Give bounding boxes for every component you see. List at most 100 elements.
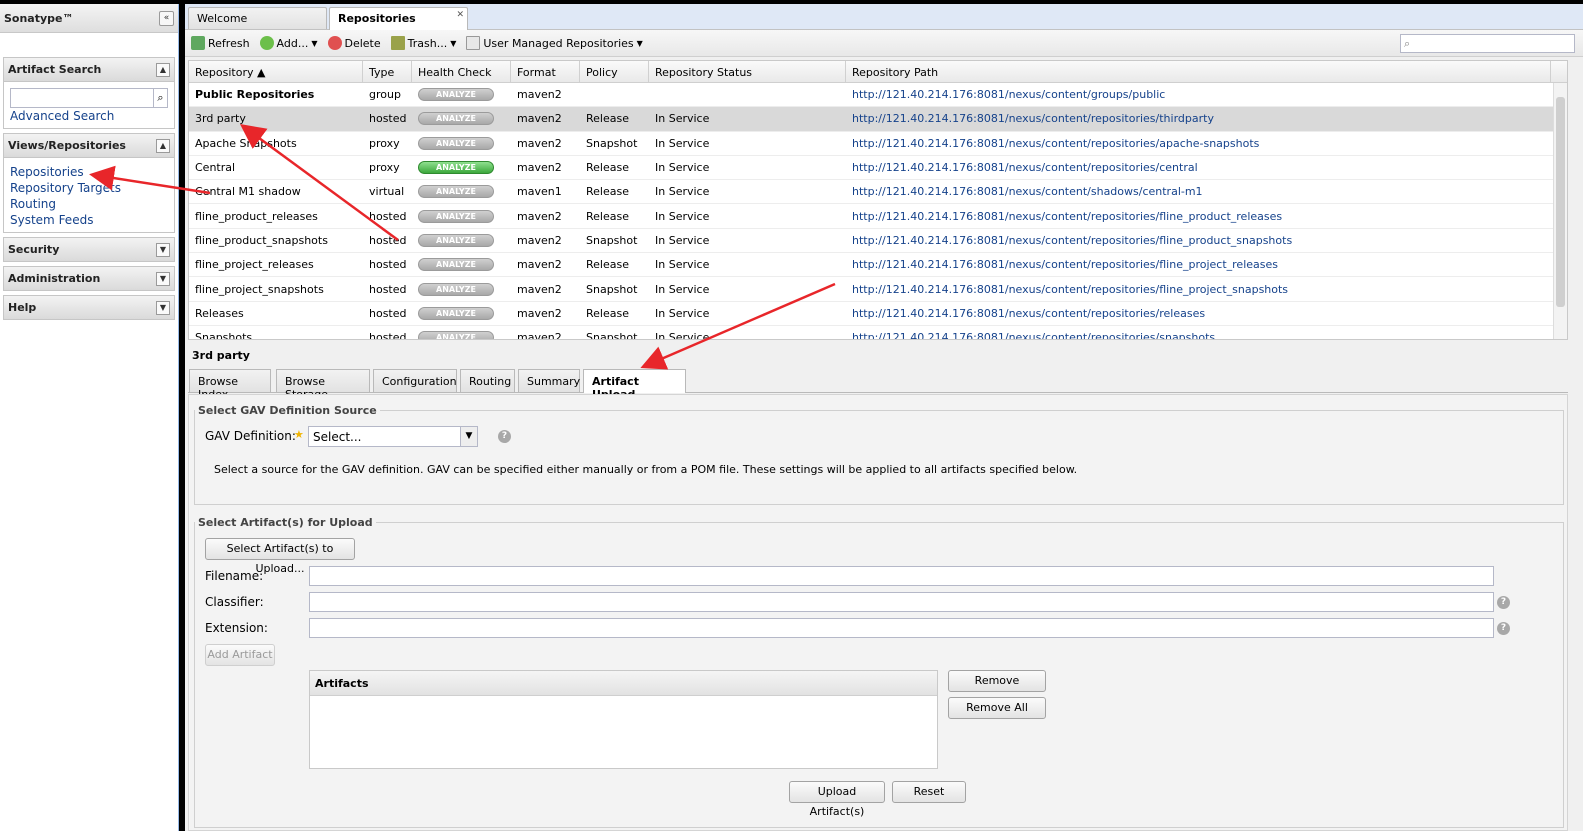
tab-browse-storage[interactable]: Browse Storage [276, 369, 370, 401]
add-artifact-button[interactable]: Add Artifact [205, 644, 275, 666]
col-policy[interactable]: Policy [580, 61, 649, 82]
status-cell: In Service [655, 161, 710, 175]
analyze-button[interactable]: ANALYZE [418, 136, 494, 150]
tab-routing[interactable]: Routing [460, 369, 515, 392]
table-row[interactable]: Central proxy ANALYZE maven2 Release In Servi… [189, 156, 1567, 181]
reset-button[interactable]: Reset [892, 781, 966, 803]
help-icon[interactable]: ? [1497, 622, 1510, 635]
col-repository[interactable]: Repository ▲ [189, 61, 363, 82]
expand-down-icon[interactable]: ▼ [156, 271, 170, 286]
path-cell[interactable]: http://121.40.214.176:8081/nexus/content… [846, 161, 1551, 174]
search-icon[interactable]: ⌕ [154, 88, 168, 108]
analyze-button[interactable]: ANALYZE [418, 112, 494, 126]
close-tab-icon[interactable]: ✕ [456, 10, 464, 20]
table-row[interactable]: Apache Snapshots proxy ANALYZE maven2 Snapsh… [189, 132, 1567, 156]
extension-field[interactable] [309, 618, 1494, 638]
gav-definition-select[interactable]: Select... ▼ [308, 426, 478, 447]
col-type[interactable]: Type [363, 61, 412, 82]
table-row[interactable]: Snapshots hosted ANALYZE maven2 Snapshot In S… [189, 326, 1567, 339]
artifact-search-panel-header[interactable]: Artifact Search ▲ [3, 57, 175, 82]
tab-artifact-upload[interactable]: Artifact Upload [583, 369, 686, 401]
path-cell[interactable]: http://121.40.214.176:8081/nexus/content… [846, 185, 1551, 198]
remove-all-button[interactable]: Remove All [948, 697, 1046, 719]
artifacts-list-header: Artifacts [310, 671, 937, 696]
expand-down-icon[interactable]: ▼ [156, 242, 170, 257]
analyze-button[interactable]: ANALYZE [418, 161, 494, 175]
collapse-up-icon[interactable]: ▲ [156, 62, 170, 77]
refresh-icon [191, 36, 205, 50]
tab-summary[interactable]: Summary [518, 369, 580, 392]
table-row[interactable]: fline_product_releases hosted ANALYZE maven… [189, 204, 1567, 229]
col-label: Repository Path [852, 66, 939, 79]
remove-button[interactable]: Remove [948, 670, 1046, 692]
path-cell[interactable]: http://121.40.214.176:8081/nexus/content… [846, 234, 1551, 247]
nav-repository-targets[interactable]: Repository Targets [10, 180, 168, 196]
policy-cell: Snapshot [586, 282, 638, 296]
grid-scrollbar[interactable] [1553, 83, 1567, 339]
grid-filter-input[interactable]: ⌕ [1400, 34, 1575, 53]
delete-button[interactable]: Delete [327, 36, 381, 50]
col-format[interactable]: Format [511, 61, 580, 82]
collapse-up-icon[interactable]: ▲ [156, 138, 170, 153]
analyze-button[interactable]: ANALYZE [418, 282, 494, 296]
administration-panel-header[interactable]: Administration ▼ [3, 266, 175, 291]
col-status[interactable]: Repository Status [649, 61, 846, 82]
add-button[interactable]: Add... ▼ [259, 36, 318, 50]
tab-browse-index[interactable]: Browse Index [189, 369, 271, 401]
nav-routing[interactable]: Routing [10, 196, 168, 212]
security-panel-header[interactable]: Security ▼ [3, 237, 175, 262]
artifact-search-input[interactable] [10, 88, 154, 108]
table-row[interactable]: 3rd party hosted ANALYZE maven2 Release In Se… [189, 107, 1567, 132]
analyze-button[interactable]: ANALYZE [418, 88, 494, 102]
health-check-cell: ANALYZE [412, 306, 511, 320]
detail-tab-bar: Browse Index Browse Storage Configuratio… [188, 367, 1568, 401]
path-cell[interactable]: http://121.40.214.176:8081/nexus/content… [846, 112, 1551, 125]
collapse-sidebar-icon[interactable]: « [159, 10, 174, 26]
path-cell[interactable]: http://121.40.214.176:8081/nexus/content… [846, 307, 1551, 320]
path-cell[interactable]: http://121.40.214.176:8081/nexus/content… [846, 210, 1551, 223]
tab-configuration[interactable]: Configuration [373, 369, 457, 392]
tab-repositories[interactable]: Repositories ✕ [329, 7, 468, 30]
health-check-cell: ANALYZE [412, 233, 511, 247]
filename-field[interactable] [309, 566, 1494, 586]
refresh-button[interactable]: Refresh [191, 36, 250, 50]
classifier-field[interactable] [309, 592, 1494, 612]
path-cell[interactable]: http://121.40.214.176:8081/nexus/content… [846, 258, 1551, 271]
analyze-button[interactable]: ANALYZE [418, 306, 494, 320]
table-row[interactable]: Central M1 shadow virtual ANALYZE maven1 Rel… [189, 180, 1567, 205]
status-cell: In Service [655, 282, 710, 296]
trash-button[interactable]: Trash... ▼ [390, 36, 456, 50]
help-icon[interactable]: ? [498, 430, 511, 443]
advanced-search-link[interactable]: Advanced Search [10, 108, 168, 124]
table-row[interactable]: fline_project_releases hosted ANALYZE maven… [189, 253, 1567, 278]
help-panel-header[interactable]: Help ▼ [3, 295, 175, 320]
col-health-check[interactable]: Health Check [412, 61, 511, 82]
table-row[interactable]: fline_product_snapshots hosted ANALYZE mave… [189, 229, 1567, 254]
views-panel-header[interactable]: Views/Repositories ▲ [3, 133, 175, 158]
nav-repositories[interactable]: Repositories [10, 164, 168, 180]
table-row[interactable]: fline_project_snapshots hosted ANALYZE mave… [189, 277, 1567, 302]
path-cell[interactable]: http://121.40.214.176:8081/nexus/content… [846, 283, 1551, 296]
col-path[interactable]: Repository Path [846, 61, 1551, 82]
help-icon[interactable]: ? [1497, 596, 1510, 609]
dropdown-arrow-icon[interactable]: ▼ [460, 427, 477, 446]
path-cell[interactable]: http://121.40.214.176:8081/nexus/content… [846, 88, 1551, 101]
path-cell[interactable]: http://121.40.214.176:8081/nexus/content… [846, 331, 1551, 339]
analyze-button[interactable]: ANALYZE [418, 185, 494, 199]
analyze-button[interactable]: ANALYZE [418, 233, 494, 247]
nav-system-feeds[interactable]: System Feeds [10, 212, 168, 228]
repo-name-cell: Public Repositories [195, 88, 315, 102]
analyze-button[interactable]: ANALYZE [418, 209, 494, 223]
expand-down-icon[interactable]: ▼ [156, 300, 170, 315]
tab-welcome[interactable]: Welcome [188, 7, 327, 29]
analyze-button[interactable]: ANALYZE [418, 331, 494, 339]
col-label: Repository [195, 66, 254, 79]
user-managed-repositories-button[interactable]: User Managed Repositories ▼ [466, 36, 643, 50]
upload-artifacts-button[interactable]: Upload Artifact(s) [789, 781, 885, 818]
scrollbar-thumb[interactable] [1556, 97, 1565, 307]
analyze-button[interactable]: ANALYZE [418, 258, 494, 272]
table-row[interactable]: Releases hosted ANALYZE maven2 Release In Ser… [189, 302, 1567, 326]
path-cell[interactable]: http://121.40.214.176:8081/nexus/content… [846, 137, 1551, 150]
select-artifacts-button[interactable]: Select Artifact(s) to Upload... [205, 538, 355, 575]
table-row[interactable]: Public Repositories group ANALYZE maven2 htt… [189, 83, 1567, 108]
